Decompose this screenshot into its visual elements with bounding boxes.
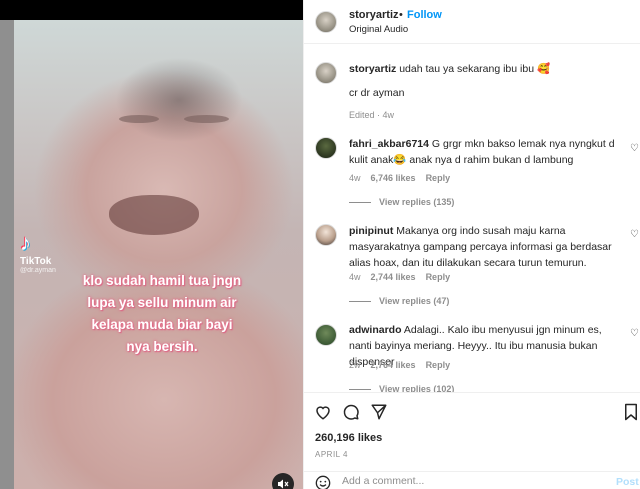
reply-button[interactable]: Reply — [426, 173, 451, 183]
view-replies-label: View replies (135) — [379, 197, 455, 207]
comments-list[interactable]: storyartiz udah tau ya sekarang ibu ibu … — [304, 45, 640, 392]
save-bookmark-icon[interactable] — [622, 403, 640, 421]
emoji-smiley-icon[interactable] — [315, 475, 331, 489]
replies-divider-line — [349, 202, 371, 204]
author-avatar[interactable] — [315, 11, 337, 33]
caption-line: kelapa muda biar bayi — [91, 317, 233, 332]
add-comment-input[interactable] — [342, 475, 592, 487]
comment-likes-count[interactable]: 2,764 likes — [371, 360, 416, 370]
caption-author-avatar[interactable] — [315, 62, 337, 84]
comment-meta: 2w 2,764 likes Reply — [349, 360, 450, 370]
commenter-avatar[interactable] — [315, 324, 337, 346]
comment-bubble-icon[interactable] — [342, 403, 360, 421]
share-paper-plane-icon[interactable] — [370, 403, 388, 421]
post-likes-count[interactable]: 260,196 likes — [315, 432, 382, 444]
view-replies-label: View replies (47) — [379, 296, 450, 306]
comment-username[interactable]: fahri_akbar6714 — [349, 138, 429, 150]
comment-likes-count[interactable]: 2,744 likes — [371, 272, 416, 282]
post-media[interactable]: ♪ TikTok @dr.ayman klo sudah hamil tua j… — [0, 0, 303, 489]
replies-divider-line — [349, 301, 371, 303]
commenter-avatar[interactable] — [315, 137, 337, 159]
caption-line: lupa ya sellu minum air — [87, 295, 237, 310]
caption-text: storyartiz udah tau ya sekarang ibu ibu … — [349, 61, 619, 77]
original-audio-link[interactable]: Original Audio — [349, 24, 408, 35]
media-left-edge — [0, 20, 14, 489]
post-date[interactable]: APRIL 4 — [315, 450, 348, 459]
eye-shadow — [119, 115, 159, 123]
newborn-video-frame[interactable] — [14, 20, 303, 489]
tiktok-watermark-name: TikTok — [20, 256, 52, 267]
comment-age: 2w — [349, 360, 361, 370]
separator-dot: • — [399, 9, 403, 21]
view-replies-button[interactable]: View replies (135) — [349, 197, 454, 207]
commenter-avatar[interactable] — [315, 224, 337, 246]
view-replies-label: View replies (102) — [379, 384, 455, 392]
instagram-post-view: ♪ TikTok @dr.ayman klo sudah hamil tua j… — [0, 0, 640, 489]
reply-button[interactable]: Reply — [426, 360, 451, 370]
mute-button[interactable] — [272, 473, 294, 489]
comment-meta: 4w 2,744 likes Reply — [349, 272, 450, 282]
tiktok-logo-icon: ♪ — [20, 230, 31, 255]
comment-age: 4w — [349, 173, 361, 183]
caption-credit: cr dr ayman — [349, 87, 405, 99]
post-side-panel: storyartiz • Follow Original Audio story… — [303, 0, 640, 489]
replies-divider-line — [349, 389, 371, 391]
like-comment-heart-icon[interactable]: ♡ — [630, 229, 639, 240]
comment-username[interactable]: adwinardo — [349, 324, 402, 336]
comment-age: 4w — [349, 272, 361, 282]
like-comment-heart-icon[interactable]: ♡ — [630, 143, 639, 154]
view-replies-button[interactable]: View replies (102) — [349, 384, 454, 392]
caption-edited-meta: Edited · 4w — [349, 110, 395, 120]
add-comment-bar: Post — [304, 471, 640, 489]
comment-likes-count[interactable]: 6,746 likes — [371, 173, 416, 183]
caption-username[interactable]: storyartiz — [349, 63, 396, 75]
speaker-muted-icon — [278, 479, 289, 489]
comment-text: fahri_akbar6714 G grgr mkn bakso lemak n… — [349, 136, 619, 168]
tiktok-watermark: ♪ TikTok @dr.ayman — [20, 230, 56, 275]
follow-button[interactable]: Follow — [407, 9, 442, 21]
eye-shadow — [184, 115, 229, 123]
post-actions: 260,196 likes APRIL 4 Post — [304, 392, 640, 489]
comment-meta: 4w 6,746 likes Reply — [349, 173, 450, 183]
reply-button[interactable]: Reply — [426, 272, 451, 282]
video-caption-overlay: klo sudah hamil tua jngn lupa ya sellu m… — [62, 270, 262, 358]
post-header: storyartiz • Follow Original Audio — [304, 0, 640, 44]
comment-text: pinipinut Makanya org indo susah maju ka… — [349, 223, 619, 271]
mouth-shadow — [109, 195, 199, 235]
caption-line: klo sudah hamil tua jngn — [82, 273, 242, 288]
tiktok-watermark-handle: @dr.ayman — [20, 267, 56, 274]
like-comment-heart-icon[interactable]: ♡ — [630, 328, 639, 339]
comment-username[interactable]: pinipinut — [349, 225, 393, 237]
caption-body: udah tau ya sekarang ibu ibu 🥰 — [399, 63, 551, 75]
author-username[interactable]: storyartiz — [349, 9, 399, 21]
caption-line: nya bersih. — [126, 339, 198, 354]
post-comment-button[interactable]: Post — [616, 476, 639, 488]
like-heart-icon[interactable] — [314, 403, 332, 421]
view-replies-button[interactable]: View replies (47) — [349, 296, 449, 306]
